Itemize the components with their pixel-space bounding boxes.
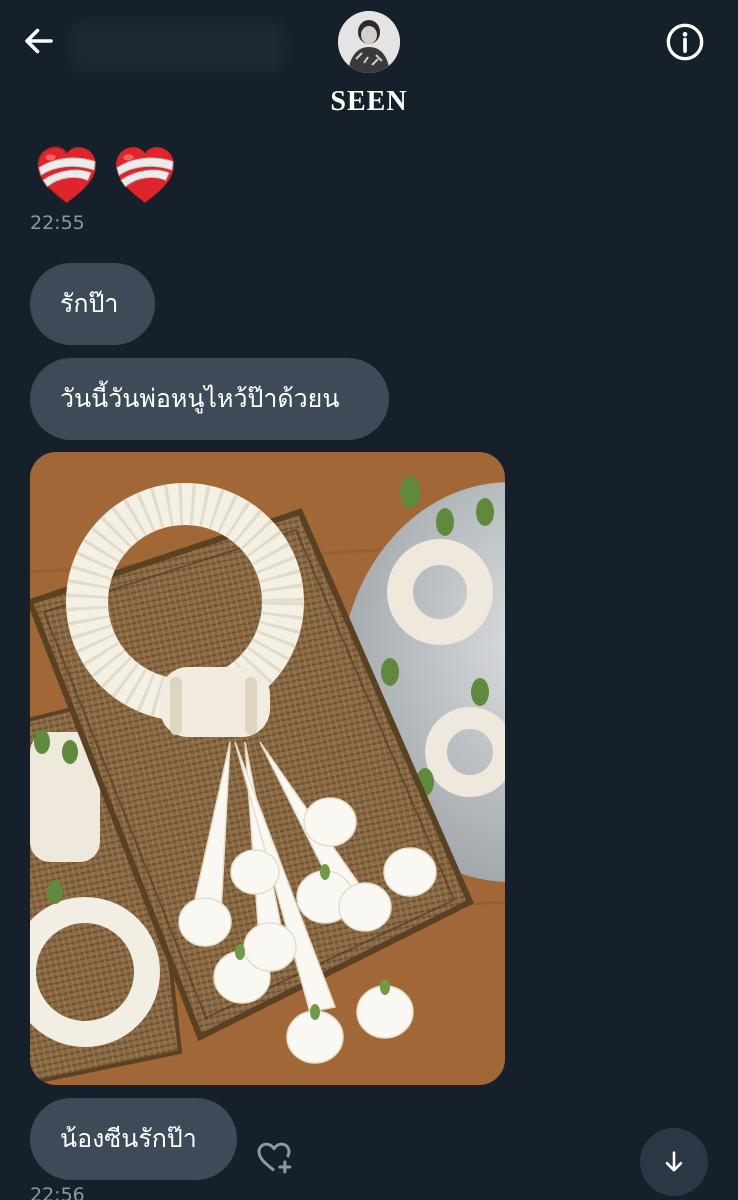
arrow-left-icon (25, 28, 53, 54)
message-timestamp: 22:56 (30, 1184, 85, 1200)
message-timestamp: 22:55 (30, 212, 85, 234)
info-circle-icon (666, 23, 704, 61)
contact-name[interactable]: SEEN (0, 86, 738, 118)
avatar[interactable] (338, 11, 400, 73)
conversation-info-button[interactable] (663, 20, 707, 64)
scroll-to-bottom-button[interactable] (640, 1128, 708, 1196)
message-bubble[interactable]: น้องซีนรักป๊า (30, 1098, 237, 1180)
heart-with-bandage-emoji (37, 146, 96, 204)
blurred-header-area (70, 22, 285, 72)
heart-plus-icon (257, 1142, 292, 1174)
message-bubble[interactable]: วันนี้วันพ่อหนูไหว้ป๊าด้วยน (30, 358, 389, 440)
heart-with-bandage-emoji (116, 147, 174, 203)
message-bubble[interactable]: รักป๊า (30, 263, 155, 345)
add-reaction-button[interactable] (252, 1135, 296, 1179)
message-photo[interactable] (30, 452, 505, 1085)
dm-conversation-screen: SEEN 22:55 รักป๊า วันนี้วันพ่อหนูไหว้ป๊า… (0, 0, 738, 1200)
back-button[interactable] (18, 20, 60, 62)
arrow-down-icon (665, 1151, 683, 1172)
emoji-message[interactable] (34, 143, 178, 209)
